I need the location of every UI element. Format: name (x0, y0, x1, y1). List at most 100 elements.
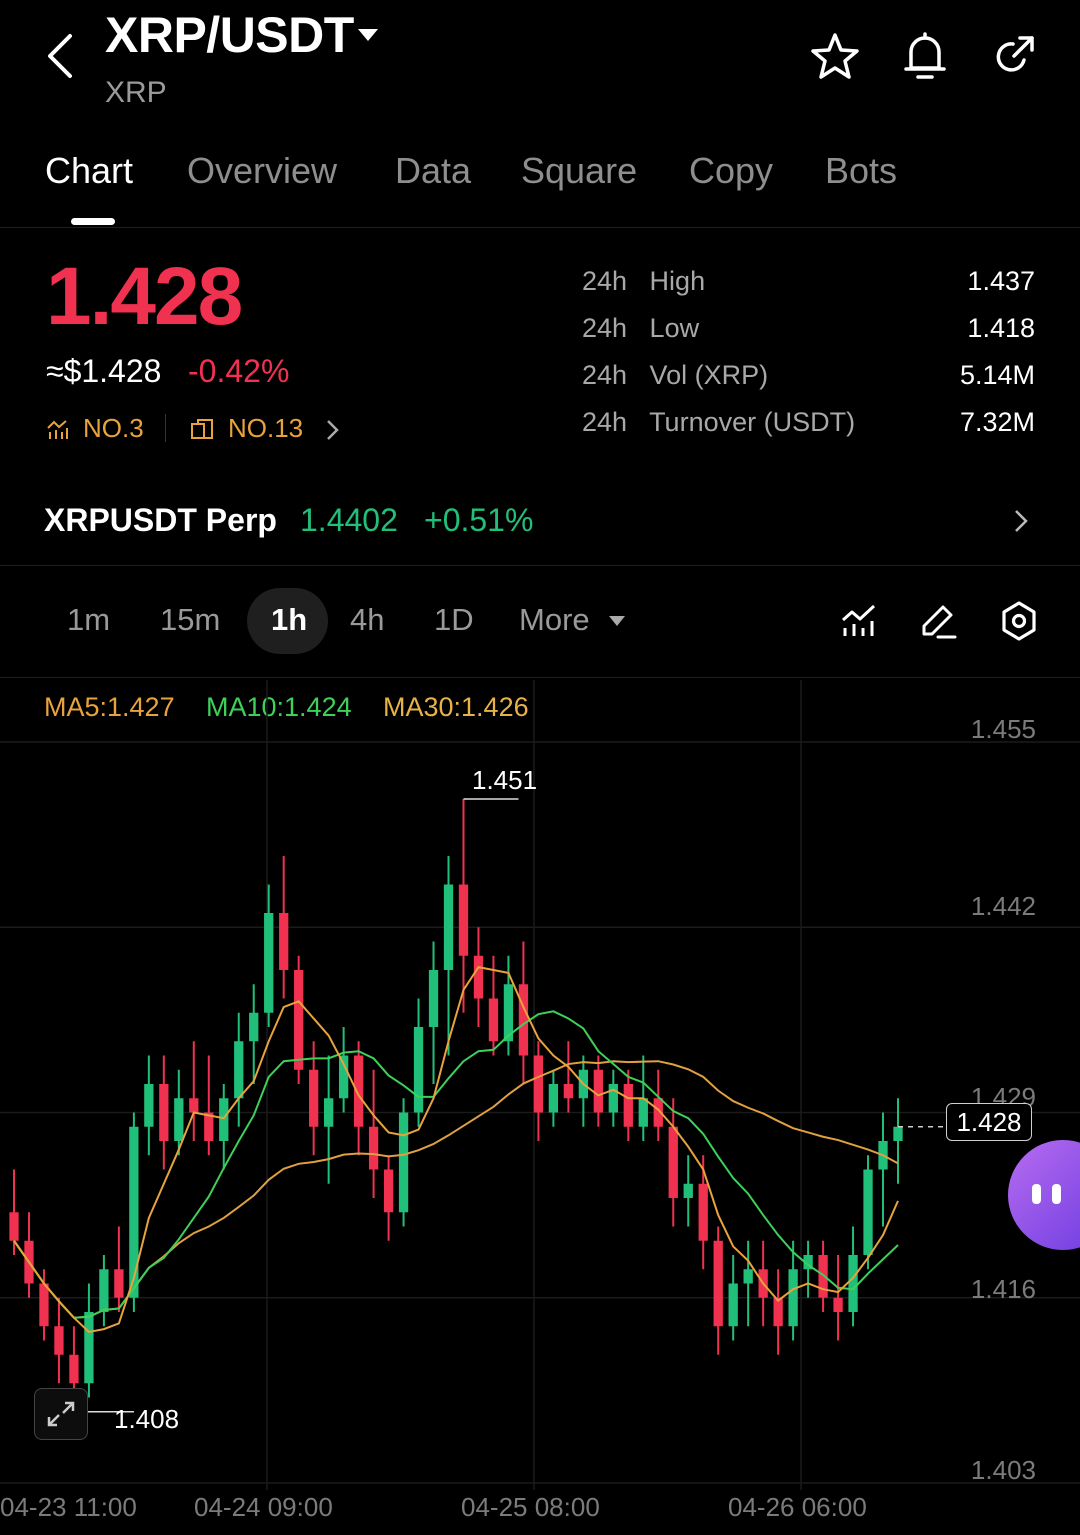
base-asset: XRP (105, 76, 167, 109)
tab-copy[interactable]: Copy (689, 150, 773, 192)
star-icon (811, 33, 859, 79)
interval-1d[interactable]: 1D (434, 602, 474, 638)
max-price-label: 1.451 (472, 765, 538, 795)
last-price: 1.428 (46, 251, 243, 342)
candle-body (443, 884, 454, 970)
x-tick: 04-24 09:00 (194, 1492, 333, 1522)
candle-body (743, 1269, 753, 1284)
draw-button[interactable] (918, 602, 958, 642)
divider (165, 414, 166, 442)
indicators-button[interactable] (840, 602, 878, 640)
caret-down-icon (358, 29, 378, 41)
candle-body (473, 955, 484, 999)
interval-more[interactable]: More (519, 602, 629, 642)
y-tick: 1.442 (970, 891, 1036, 921)
stat-value: 5.14M (959, 360, 1035, 390)
candle-body (668, 1126, 678, 1198)
candle-body (159, 1084, 169, 1141)
expand-icon (47, 1401, 75, 1427)
candle-body (189, 1098, 199, 1113)
candle-body (99, 1269, 109, 1312)
x-tick: 04-25 08:00 (461, 1492, 600, 1522)
interval-15m[interactable]: 15m (160, 602, 220, 638)
candle-body (279, 913, 289, 970)
candle-body (69, 1354, 79, 1384)
candle-body (294, 970, 304, 1070)
candle-body (39, 1283, 49, 1327)
share-button[interactable] (986, 30, 1040, 84)
candle-body (398, 1112, 409, 1213)
candle-body (383, 1169, 394, 1213)
sector-icon (191, 419, 213, 439)
candle-body (863, 1169, 873, 1255)
y-tick: 1.403 (970, 1455, 1036, 1485)
candle-body (623, 1084, 633, 1127)
stat-value: 7.32M (959, 407, 1035, 437)
candle-body (54, 1326, 64, 1355)
candle-body (114, 1269, 124, 1298)
candle-body (698, 1183, 708, 1241)
candle-body (264, 913, 274, 1013)
indicator-icon (842, 604, 876, 636)
stat-label: 24h Vol (XRP) (582, 360, 769, 390)
settings-icon (1002, 601, 1036, 641)
candle-body (818, 1255, 828, 1298)
pair-selector[interactable]: XRP/USDT (105, 6, 395, 66)
candle-body (488, 998, 499, 1042)
candle-body (129, 1126, 139, 1298)
stat-value: 1.437 (967, 266, 1035, 296)
rank-sector[interactable]: NO.13 (190, 413, 350, 445)
chart-settings-button[interactable] (998, 600, 1040, 642)
tab-square[interactable]: Square (521, 150, 637, 192)
interval-1m[interactable]: 1m (67, 602, 110, 638)
rank-label: NO.3 (83, 413, 144, 443)
candle-body (458, 884, 469, 956)
stat-label: 24h Low (582, 313, 700, 343)
favorite-button[interactable] (808, 30, 862, 84)
candle-body (413, 1027, 424, 1113)
x-tick: 04-26 06:00 (728, 1492, 867, 1522)
chevron-right-icon (327, 420, 339, 440)
min-price-label: 1.408 (114, 1404, 180, 1434)
candle-body (353, 1055, 364, 1127)
candlestick-chart[interactable] (0, 680, 1080, 1490)
candle-body (548, 1084, 559, 1113)
candle-body (593, 1069, 603, 1113)
perp-row[interactable]: XRPUSDT Perp 1.4402 +0.51% (0, 480, 1080, 564)
stat-label: 24h High (582, 266, 706, 296)
caret-down-icon (609, 616, 625, 626)
y-tick: 1.416 (970, 1274, 1036, 1304)
chevron-right-icon (1015, 510, 1028, 532)
tab-bots[interactable]: Bots (825, 150, 897, 192)
tab-data[interactable]: Data (395, 150, 471, 192)
main-tabs: Chart Overview Data Square Copy Bots (0, 150, 1080, 226)
stat-value: 1.418 (967, 313, 1035, 343)
candle-body (713, 1240, 723, 1327)
fullscreen-button[interactable] (34, 1388, 88, 1440)
candle-body (893, 1126, 903, 1141)
divider (0, 227, 1080, 228)
candle-body (773, 1297, 783, 1327)
trend-chart-icon (47, 420, 68, 439)
perp-name: XRPUSDT Perp (44, 502, 277, 538)
alert-button[interactable] (898, 28, 952, 84)
candle-body (323, 1098, 334, 1127)
candle-body (309, 1069, 319, 1127)
candle-body (788, 1269, 798, 1327)
candle-body (234, 1041, 244, 1099)
candle-body (563, 1084, 574, 1099)
tab-chart[interactable]: Chart (45, 150, 133, 192)
assistant-icon (1032, 1184, 1061, 1204)
candle-body (9, 1212, 19, 1241)
interval-4h[interactable]: 4h (350, 602, 384, 638)
interval-1h[interactable]: 1h (271, 602, 307, 638)
back-button[interactable] (40, 28, 84, 84)
candle-body (219, 1098, 229, 1141)
candle-body (833, 1297, 843, 1312)
rank-hot[interactable]: NO.3 (46, 413, 156, 445)
divider (0, 677, 1080, 678)
tab-overview[interactable]: Overview (187, 150, 337, 192)
candle-body (518, 984, 529, 1056)
x-tick: 04-23 11:00 (0, 1492, 137, 1522)
candle-body (728, 1283, 738, 1327)
